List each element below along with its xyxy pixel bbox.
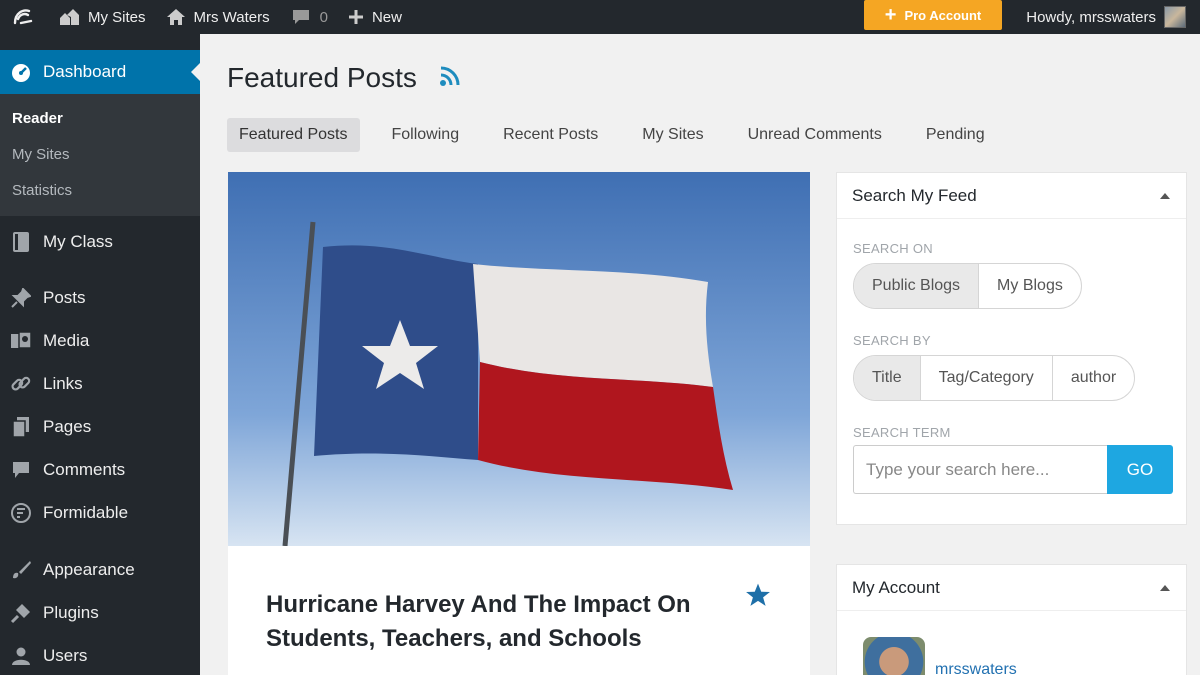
site-name-menu[interactable]: Mrs Waters	[166, 0, 270, 34]
avatar	[1164, 6, 1186, 28]
tab-featured-posts[interactable]: Featured Posts	[227, 118, 360, 152]
sidebar-item-label: Posts	[43, 287, 86, 307]
tab-unread-comments[interactable]: Unread Comments	[736, 118, 894, 152]
paintbrush-icon	[9, 558, 33, 582]
page-title-row: Featured Posts	[227, 62, 461, 94]
formidable-icon	[9, 501, 33, 525]
tab-pending[interactable]: Pending	[914, 118, 997, 152]
my-sites-menu[interactable]: My Sites	[58, 0, 146, 34]
collapse-caret-icon[interactable]	[1160, 192, 1170, 199]
search-row: GO	[853, 445, 1173, 494]
admin-sidebar: Dashboard Reader My Sites Statistics My …	[0, 34, 200, 675]
sidebar-item-comments[interactable]: Comments	[0, 448, 200, 491]
edublogs-logo-icon[interactable]	[0, 0, 46, 34]
my-blogs-option[interactable]: My Blogs	[979, 264, 1081, 308]
featured-post-card: Hurricane Harvey And The Impact On Stude…	[228, 172, 810, 675]
plus-icon: +	[884, 4, 897, 26]
page-title: Featured Posts	[227, 62, 417, 93]
comment-count: 0	[319, 8, 328, 26]
submenu-item-my-sites[interactable]: My Sites	[0, 136, 200, 172]
rss-icon[interactable]	[439, 62, 461, 94]
pro-account-label: Pro Account	[904, 7, 982, 23]
comment-bubble-icon	[292, 8, 310, 26]
my-sites-icon	[58, 8, 80, 26]
go-button[interactable]: GO	[1107, 445, 1173, 494]
sidebar-item-label: Appearance	[43, 559, 135, 579]
sidebar-item-label: Links	[43, 373, 83, 393]
account-menu[interactable]: Howdy, mrsswaters	[1026, 0, 1186, 34]
submenu-item-statistics[interactable]: Statistics	[0, 172, 200, 208]
author-option[interactable]: author	[1053, 356, 1134, 400]
tab-recent-posts[interactable]: Recent Posts	[491, 118, 610, 152]
public-blogs-option[interactable]: Public Blogs	[854, 264, 980, 308]
sidebar-item-formidable[interactable]: Formidable	[0, 491, 200, 534]
comment-bubble-icon	[9, 458, 33, 482]
admin-bar: My Sites Mrs Waters 0 New + Pro Account …	[0, 0, 1200, 34]
my-account-widget: My Account mrsswaters	[836, 564, 1187, 675]
main-content: Featured Posts Featured Posts Following …	[200, 34, 1200, 675]
link-icon	[9, 372, 33, 396]
sidebar-item-media[interactable]: Media	[0, 319, 200, 362]
sidebar-item-label: Comments	[43, 459, 126, 479]
sidebar-item-label: Dashboard	[43, 62, 127, 81]
sidebar-item-plugins[interactable]: Plugins	[0, 591, 200, 634]
site-name-label: Mrs Waters	[193, 8, 270, 26]
widget-header[interactable]: Search My Feed	[837, 173, 1186, 219]
comments-menu[interactable]: 0	[292, 0, 328, 34]
submenu-item-reader[interactable]: Reader	[0, 100, 200, 136]
sidebar-item-dashboard[interactable]: Dashboard	[0, 50, 200, 94]
search-by-label: SEARCH BY	[853, 333, 931, 348]
post-title[interactable]: Hurricane Harvey And The Impact On Stude…	[266, 588, 736, 656]
sidebar-item-label: Pages	[43, 416, 92, 436]
star-icon[interactable]	[745, 582, 771, 613]
media-icon	[9, 329, 33, 353]
user-icon	[9, 644, 33, 668]
account-username-link[interactable]: mrsswaters	[935, 661, 1017, 675]
sidebar-item-label: My Class	[43, 231, 113, 251]
plus-icon	[348, 9, 364, 25]
tab-my-sites[interactable]: My Sites	[630, 118, 715, 152]
collapse-caret-icon[interactable]	[1160, 584, 1170, 591]
widget-header[interactable]: My Account	[837, 565, 1186, 611]
widget-title: Search My Feed	[852, 185, 977, 205]
plug-icon	[9, 601, 33, 625]
sidebar-item-links[interactable]: Links	[0, 362, 200, 405]
dashboard-icon	[9, 60, 33, 84]
reader-tabs: Featured Posts Following Recent Posts My…	[227, 118, 1017, 152]
new-content-menu[interactable]: New	[348, 0, 402, 34]
search-on-toggle: Public Blogs My Blogs	[853, 263, 1082, 309]
new-label: New	[371, 8, 402, 26]
sidebar-item-label: Plugins	[43, 602, 99, 622]
tag-category-option[interactable]: Tag/Category	[921, 356, 1053, 400]
search-my-feed-widget: Search My Feed SEARCH ON Public Blogs My…	[836, 172, 1187, 525]
search-input[interactable]	[853, 445, 1107, 494]
sidebar-item-users[interactable]: Users	[0, 634, 200, 675]
sidebar-item-label: Media	[43, 330, 90, 350]
sidebar-item-my-class[interactable]: My Class	[0, 220, 200, 263]
sidebar-item-posts[interactable]: Posts	[0, 276, 200, 319]
sidebar-item-appearance[interactable]: Appearance	[0, 548, 200, 591]
search-by-toggle: Title Tag/Category author	[853, 355, 1136, 401]
dashboard-submenu: Reader My Sites Statistics	[0, 94, 200, 216]
widget-title: My Account	[852, 577, 940, 597]
pro-account-button[interactable]: + Pro Account	[864, 0, 1002, 30]
sidebar-item-pages[interactable]: Pages	[0, 405, 200, 448]
search-term-label: SEARCH TERM	[853, 425, 951, 440]
post-featured-image[interactable]	[228, 172, 810, 546]
home-icon	[166, 8, 186, 26]
book-icon	[9, 230, 33, 254]
sidebar-item-label: Users	[43, 645, 88, 665]
search-on-label: SEARCH ON	[853, 241, 933, 256]
avatar	[863, 637, 925, 675]
title-option[interactable]: Title	[854, 356, 921, 400]
tab-following[interactable]: Following	[380, 118, 472, 152]
howdy-label: Howdy, mrsswaters	[1026, 8, 1156, 26]
pushpin-icon	[9, 286, 33, 310]
pages-icon	[9, 415, 33, 439]
my-sites-label: My Sites	[88, 8, 146, 26]
sidebar-item-label: Formidable	[43, 502, 129, 522]
